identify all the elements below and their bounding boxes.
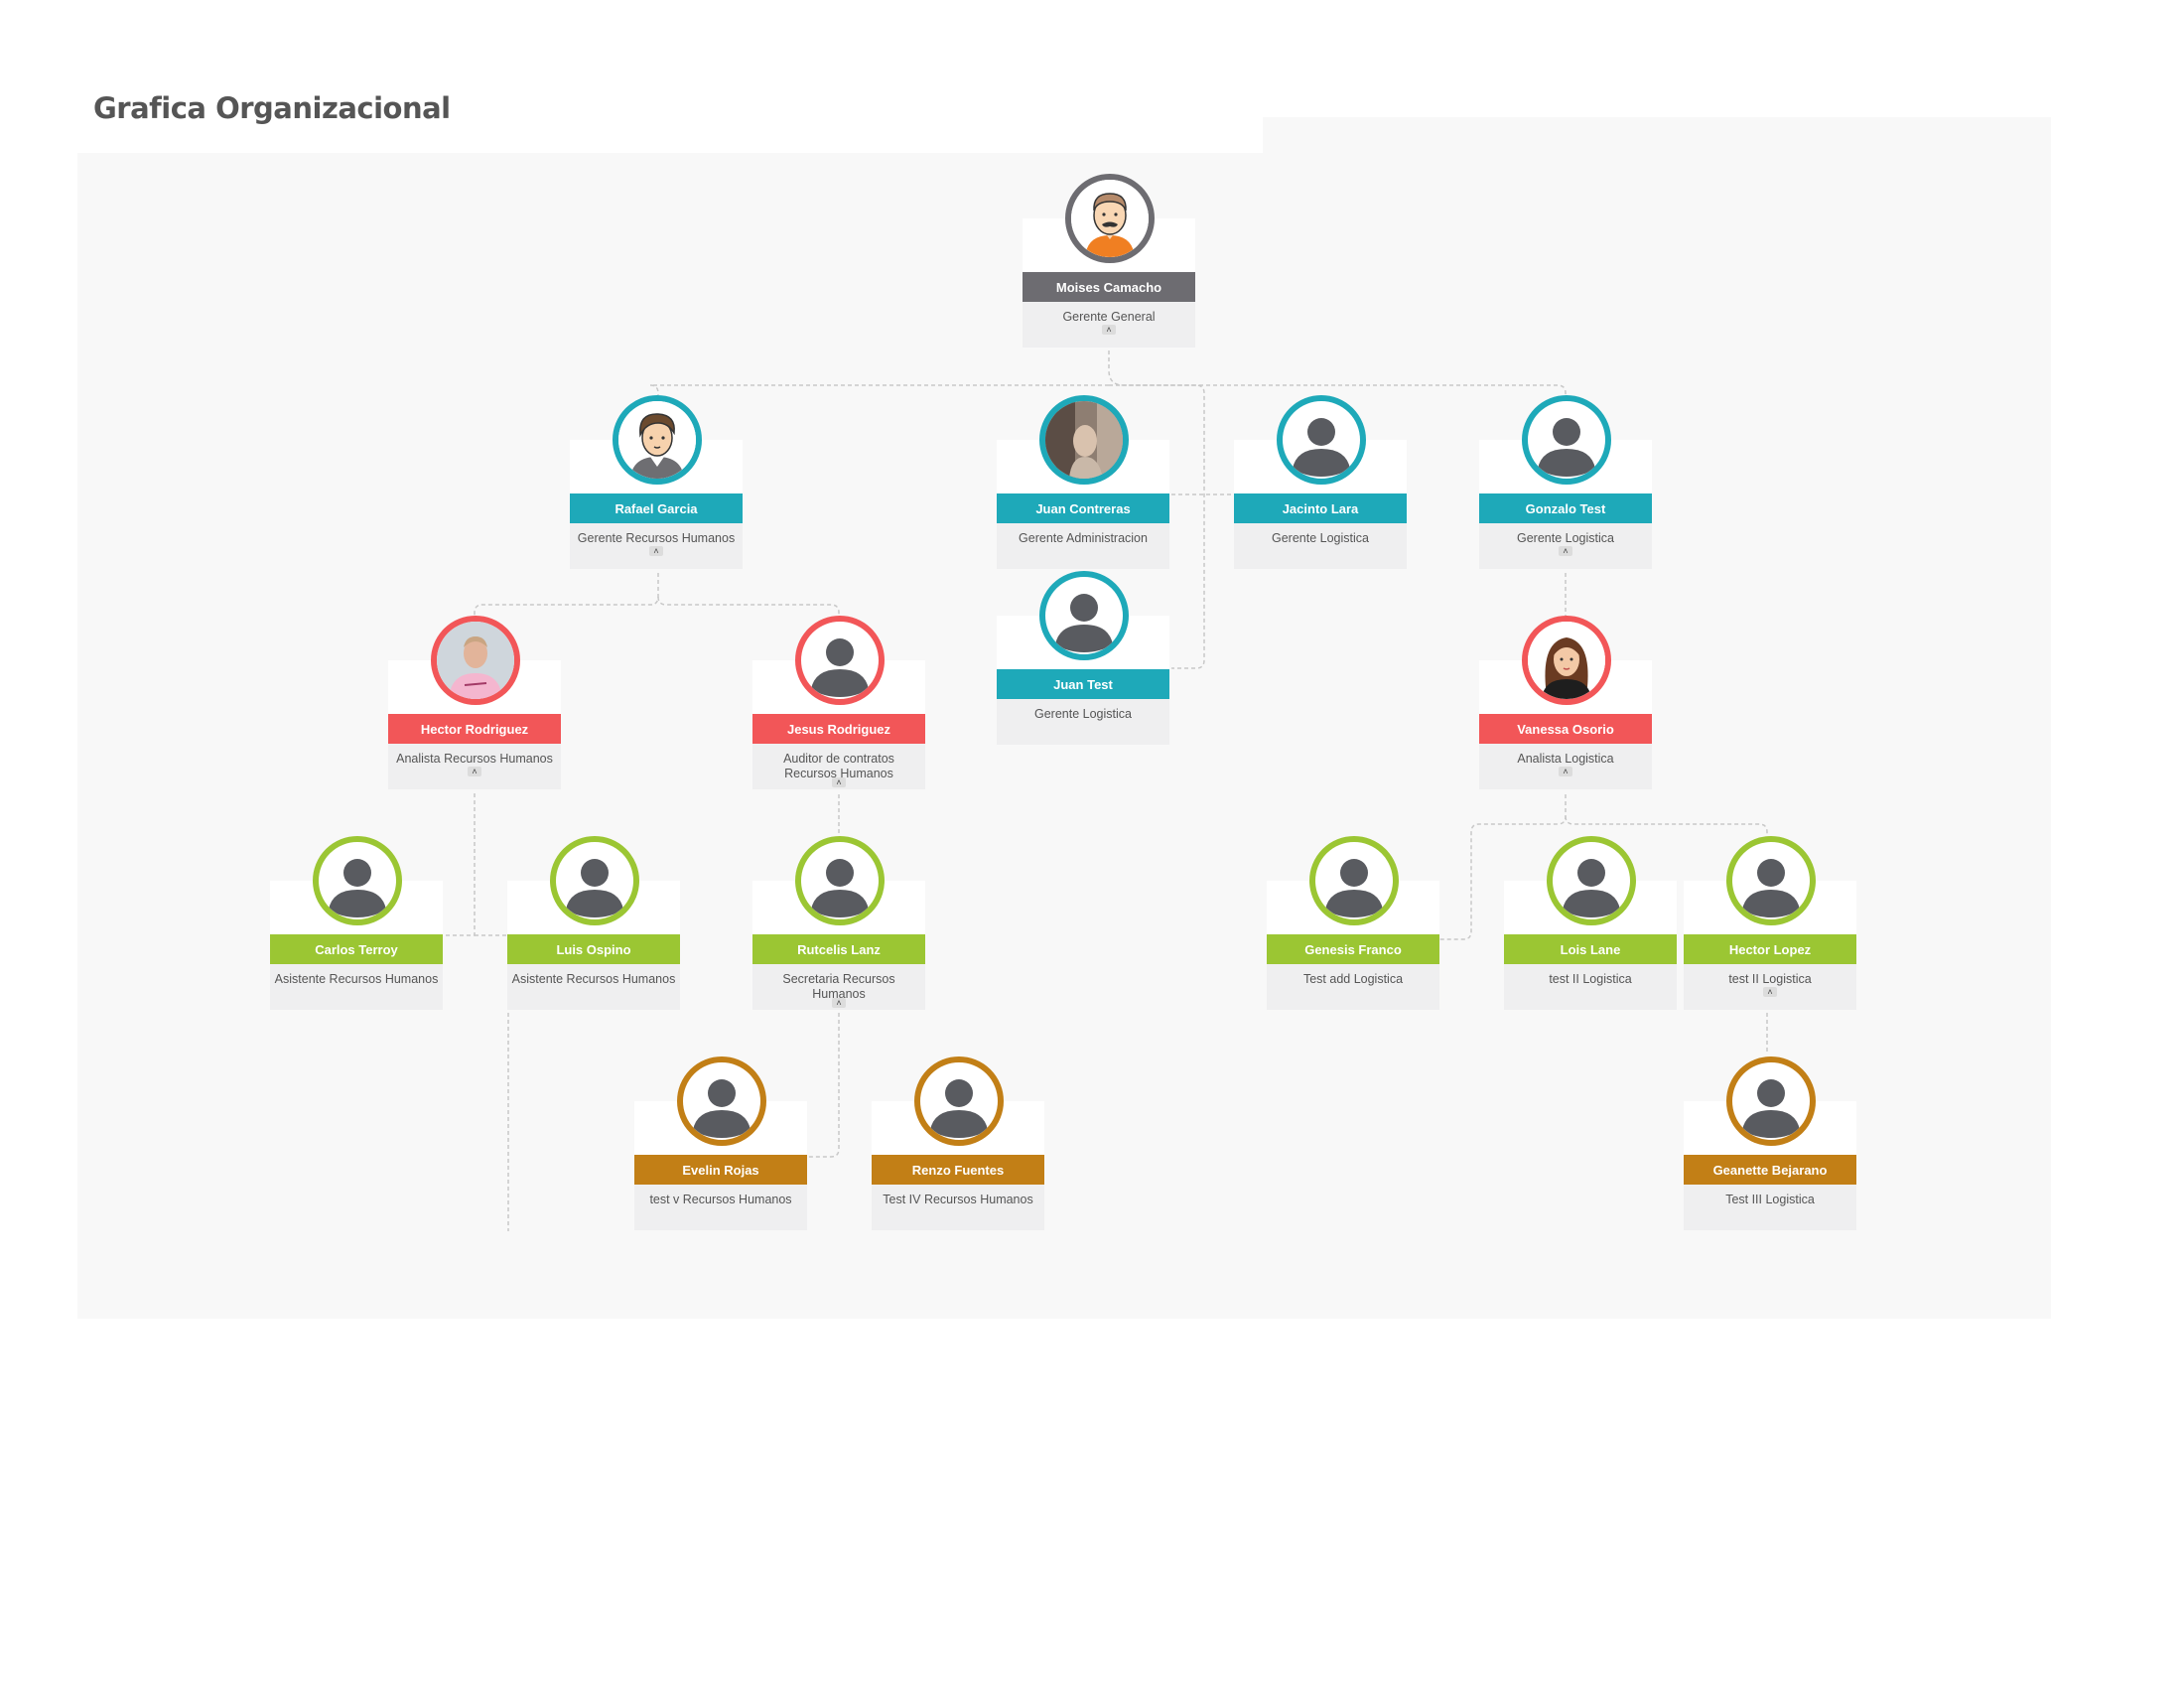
node-name: Geanette Bejarano bbox=[1684, 1155, 1856, 1185]
node-title: Gerente Logistica bbox=[1517, 531, 1614, 545]
node-title: Asistente Recursos Humanos bbox=[511, 972, 676, 986]
node-title-box: test II Logistica bbox=[1504, 964, 1677, 1010]
header-strip bbox=[1263, 117, 2051, 153]
collapse-toggle-icon[interactable]: ˄ bbox=[1102, 325, 1116, 335]
page-title: Grafica Organizacional bbox=[93, 91, 451, 125]
collapse-toggle-icon[interactable]: ˄ bbox=[649, 546, 663, 556]
collapse-toggle-icon[interactable]: ˄ bbox=[832, 998, 846, 1008]
collapse-toggle-icon[interactable]: ˄ bbox=[1559, 546, 1572, 556]
male-cartoon-avatar-icon bbox=[613, 395, 702, 485]
user-silhouette-icon bbox=[914, 1056, 1004, 1146]
node-title: Gerente Logistica bbox=[1272, 531, 1369, 545]
node-title: Analista Logistica bbox=[1517, 752, 1614, 766]
node-name: Genesis Franco bbox=[1267, 934, 1439, 964]
org-node-hectorr[interactable]: Hector Rodriguez Analista Recursos Humano… bbox=[388, 616, 561, 789]
collapse-toggle-icon[interactable]: ˄ bbox=[832, 777, 846, 787]
collapse-toggle-icon[interactable]: ˄ bbox=[1763, 987, 1777, 997]
org-node-genesis[interactable]: Genesis Franco Test add Logistica bbox=[1267, 836, 1439, 1010]
org-node-vanessa[interactable]: Vanessa Osorio Analista Logistica ˄ bbox=[1479, 616, 1652, 789]
node-title-box: Test IV Recursos Humanos bbox=[872, 1185, 1044, 1230]
node-title-box: Test add Logistica bbox=[1267, 964, 1439, 1010]
node-title: Gerente Recursos Humanos bbox=[577, 531, 736, 545]
node-title: Asistente Recursos Humanos bbox=[274, 972, 439, 986]
user-silhouette-icon bbox=[1277, 395, 1366, 485]
user-silhouette-icon bbox=[1547, 836, 1636, 925]
node-name: Moises Camacho bbox=[1023, 272, 1195, 302]
node-name: Jesus Rodriguez bbox=[752, 714, 925, 744]
node-name: Carlos Terroy bbox=[270, 934, 443, 964]
user-silhouette-icon bbox=[1039, 571, 1129, 660]
org-node-evelin[interactable]: Evelin Rojas test v Recursos Humanos bbox=[634, 1056, 807, 1230]
node-title: Test III Logistica bbox=[1725, 1193, 1815, 1206]
node-name: Vanessa Osorio bbox=[1479, 714, 1652, 744]
node-name: Hector Lopez bbox=[1684, 934, 1856, 964]
org-node-rutcelis[interactable]: Rutcelis Lanz Secretaria Recursos Humanos… bbox=[752, 836, 925, 1010]
node-title-box: Gerente Administracion bbox=[997, 523, 1169, 569]
org-node-moises[interactable]: Moises Camacho Gerente General ˄ bbox=[1023, 174, 1195, 348]
user-silhouette-icon bbox=[1309, 836, 1399, 925]
collapse-toggle-icon[interactable]: ˄ bbox=[1559, 767, 1572, 776]
node-name: Hector Rodriguez bbox=[388, 714, 561, 744]
org-node-hectorl[interactable]: Hector Lopez test II Logistica ˄ bbox=[1684, 836, 1856, 1010]
node-name: Luis Ospino bbox=[507, 934, 680, 964]
user-silhouette-icon bbox=[1522, 395, 1611, 485]
node-title: Analista Recursos Humanos bbox=[396, 752, 553, 766]
org-node-jesus[interactable]: Jesus Rodriguez Auditor de contratos Recu… bbox=[752, 616, 925, 789]
org-node-carlos[interactable]: Carlos Terroy Asistente Recursos Humanos bbox=[270, 836, 443, 1010]
female-cartoon-avatar-icon bbox=[1522, 616, 1611, 705]
node-title-box: Asistente Recursos Humanos bbox=[270, 964, 443, 1010]
node-title-box: Gerente Logistica bbox=[1234, 523, 1407, 569]
profile-photo bbox=[1039, 395, 1129, 485]
node-title: test II Logistica bbox=[1728, 972, 1812, 986]
node-name: Juan Test bbox=[997, 669, 1169, 699]
node-title: test v Recursos Humanos bbox=[649, 1193, 792, 1206]
user-silhouette-icon bbox=[313, 836, 402, 925]
profile-photo bbox=[431, 616, 520, 705]
node-title-box: test v Recursos Humanos bbox=[634, 1185, 807, 1230]
node-title: test II Logistica bbox=[1549, 972, 1632, 986]
node-title: Gerente General bbox=[1062, 310, 1156, 324]
node-title: Test add Logistica bbox=[1302, 972, 1404, 986]
collapse-toggle-icon[interactable]: ˄ bbox=[468, 767, 481, 776]
node-title-box: Test III Logistica bbox=[1684, 1185, 1856, 1230]
node-name: Rutcelis Lanz bbox=[752, 934, 925, 964]
node-name: Gonzalo Test bbox=[1479, 493, 1652, 523]
user-silhouette-icon bbox=[795, 616, 885, 705]
org-node-geanette[interactable]: Geanette Bejarano Test III Logistica bbox=[1684, 1056, 1856, 1230]
org-node-luis[interactable]: Luis Ospino Asistente Recursos Humanos bbox=[507, 836, 680, 1010]
node-title: Gerente Administracion bbox=[1019, 531, 1148, 545]
node-name: Rafael Garcia bbox=[570, 493, 743, 523]
user-silhouette-icon bbox=[795, 836, 885, 925]
user-silhouette-icon bbox=[677, 1056, 766, 1146]
node-title-box: Asistente Recursos Humanos bbox=[507, 964, 680, 1010]
user-silhouette-icon bbox=[1726, 1056, 1816, 1146]
node-title: Gerente Logistica bbox=[1034, 707, 1132, 721]
node-name: Renzo Fuentes bbox=[872, 1155, 1044, 1185]
node-name: Jacinto Lara bbox=[1234, 493, 1407, 523]
node-name: Evelin Rojas bbox=[634, 1155, 807, 1185]
org-node-jacinto[interactable]: Jacinto Lara Gerente Logistica bbox=[1234, 395, 1407, 569]
org-node-juant[interactable]: Juan Test Gerente Logistica bbox=[997, 571, 1169, 745]
org-node-renzo[interactable]: Renzo Fuentes Test IV Recursos Humanos bbox=[872, 1056, 1044, 1230]
node-title-box: Gerente Logistica bbox=[997, 699, 1169, 745]
org-node-lois[interactable]: Lois Lane test II Logistica bbox=[1504, 836, 1677, 1010]
org-node-gonzalo[interactable]: Gonzalo Test Gerente Logistica ˄ bbox=[1479, 395, 1652, 569]
user-silhouette-icon bbox=[550, 836, 639, 925]
node-name: Lois Lane bbox=[1504, 934, 1677, 964]
user-silhouette-icon bbox=[1726, 836, 1816, 925]
org-node-juanc[interactable]: Juan Contreras Gerente Administracion bbox=[997, 395, 1169, 569]
org-node-rafael[interactable]: Rafael Garcia Gerente Recursos Humanos ˄ bbox=[570, 395, 743, 569]
node-name: Juan Contreras bbox=[997, 493, 1169, 523]
node-title: Test IV Recursos Humanos bbox=[883, 1193, 1033, 1206]
male-cartoon-mustache-icon bbox=[1065, 174, 1155, 263]
